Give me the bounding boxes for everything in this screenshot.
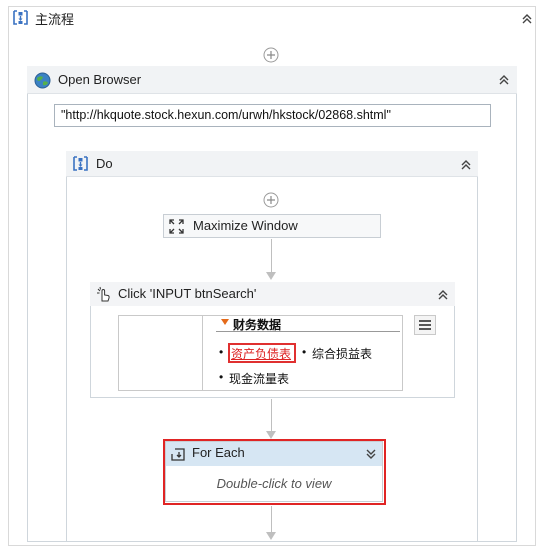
connector-line bbox=[271, 239, 272, 272]
open-browser-title: Open Browser bbox=[58, 72, 142, 87]
globe-icon bbox=[34, 72, 51, 92]
hamburger-menu-icon[interactable] bbox=[414, 315, 436, 335]
do-title: Do bbox=[96, 156, 113, 171]
click-cursor-icon bbox=[95, 286, 113, 306]
preview-link: 现金流量表 bbox=[229, 372, 290, 386]
main-flow-header[interactable]: 主流程 bbox=[8, 6, 536, 30]
connector-line bbox=[271, 506, 272, 532]
connector-arrow bbox=[266, 431, 276, 439]
bullet: • bbox=[302, 345, 307, 359]
for-each-highlight bbox=[163, 439, 386, 505]
double-chevron-up-icon[interactable] bbox=[436, 288, 450, 302]
main-flow-title: 主流程 bbox=[35, 12, 75, 27]
connector-line bbox=[271, 399, 272, 431]
double-chevron-up-icon[interactable] bbox=[520, 12, 534, 26]
connector-arrow bbox=[266, 532, 276, 540]
preview-section-rule bbox=[216, 331, 400, 332]
sequence-icon bbox=[12, 9, 29, 29]
plus-circle-icon[interactable] bbox=[263, 192, 279, 208]
double-chevron-up-icon[interactable] bbox=[497, 73, 511, 87]
preview-link: 资产负债表 bbox=[231, 347, 292, 361]
triangle-down-icon bbox=[221, 319, 229, 325]
maximize-icon bbox=[168, 218, 185, 238]
bullet: • bbox=[219, 370, 224, 384]
click-title: Click 'INPUT btnSearch' bbox=[118, 286, 257, 301]
preview-divider bbox=[202, 315, 203, 391]
connector-arrow bbox=[266, 272, 276, 280]
double-chevron-up-icon[interactable] bbox=[459, 158, 473, 172]
do-header[interactable] bbox=[66, 151, 478, 177]
maximize-window-title: Maximize Window bbox=[193, 218, 298, 233]
preview-link: 综合损益表 bbox=[312, 347, 373, 361]
url-input[interactable]: "http://hkquote.stock.hexun.com/urwh/hks… bbox=[54, 104, 491, 127]
plus-circle-icon[interactable] bbox=[263, 47, 279, 63]
sequence-icon bbox=[72, 155, 89, 175]
bullet: • bbox=[219, 345, 224, 359]
